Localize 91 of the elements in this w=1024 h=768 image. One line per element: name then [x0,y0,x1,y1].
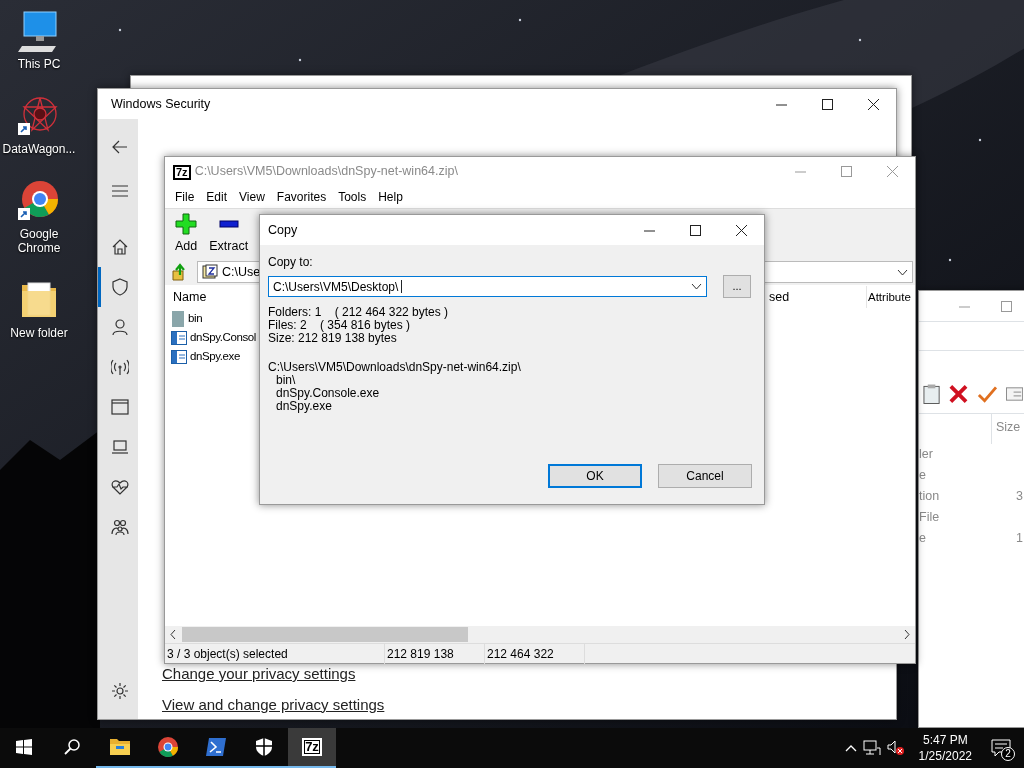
wireless-icon [110,358,129,376]
table-cell-text: e [919,467,926,485]
file-row[interactable]: dnSpy.Consol [171,328,256,347]
icon-label: New folder [9,326,69,340]
exe-icon [171,349,187,364]
menu-item[interactable]: View [233,188,271,206]
destination-combobox[interactable]: C:\Users\VM5\Desktop\ [268,276,707,297]
menu-item[interactable]: File [169,188,201,206]
column-header[interactable]: sed [767,286,867,308]
clipboard-icon[interactable] [923,383,941,405]
status-text: 3 / 3 object(s) selected [165,643,385,664]
source-item: bin\ [276,374,296,387]
home-icon [110,238,129,256]
window-title: C:\Users\VM5\Downloads\dnSpy-net-win64.zip\ [193,163,459,181]
table-cell-text: e [919,530,926,548]
dialog-button[interactable]: Cancel [658,464,752,488]
clock-time[interactable]: 5:47 PM [918,732,972,748]
column-header: Size [995,419,1021,436]
privacy-link[interactable]: Change your privacy settings [162,663,356,686]
close-icon [886,166,898,177]
windows-logo-icon [16,739,32,755]
file-row[interactable]: bin [171,309,203,328]
terminal-icon [205,737,227,757]
summary-text: Folders: 1 ( 212 464 322 bytes ) [268,306,450,319]
field-label: Copy to: [268,254,314,271]
maximize-icon [840,166,852,177]
maximize-icon [1000,300,1012,312]
column-header[interactable]: Name [165,286,207,308]
maximize-icon [689,224,701,236]
source-item: dnSpy.Console.exe [275,387,381,400]
table-cell-text: tion [919,488,940,506]
plus-icon [175,213,198,235]
dialog-button[interactable]: OK [548,464,642,488]
delete-icon[interactable] [948,383,969,405]
browse-button[interactable]: ... [723,275,751,298]
chevron-up-icon[interactable] [844,744,857,752]
shield-icon [255,737,273,757]
source-path: C:\Users\VM5\Downloads\dnSpy-net-win64.zip\ [268,361,522,374]
text-cursor [401,280,403,293]
source-item: dnSpy.exe [275,400,332,413]
column-header[interactable]: Attribute [867,286,915,308]
laptop-icon [110,438,129,456]
dropdown-icon [897,268,908,276]
menu-icon [110,182,129,200]
menu-item[interactable]: Edit [200,188,234,206]
summary-text: Size: 212 819 138 bytes [268,332,397,345]
notifications-button[interactable]: 2 [986,733,1016,763]
extract-button[interactable]: Extract [205,213,253,259]
file-row[interactable]: dnSpy.exe [171,347,240,366]
back-icon [110,138,129,156]
dialog-title: Copy [267,221,299,239]
clock-date[interactable]: 1/25/2022 [918,748,972,764]
app-logo: 7z [173,164,191,180]
heart-icon [110,478,129,496]
close-icon [735,224,747,236]
settings-icon [110,682,129,700]
message-icon [991,739,1011,757]
summary-text: Files: 2 ( 354 816 bytes ) [268,319,412,332]
icon-label: Google Chrome [16,227,62,255]
shield-icon [110,278,129,296]
status-text: 212 819 138 [385,643,485,664]
dropdown-icon [691,283,702,290]
browser-icon [110,398,129,416]
archive-icon [202,264,218,280]
archiver-taskbar-button[interactable]: 7z [288,728,336,768]
close-icon [867,98,879,110]
table-cell-text: ler [919,446,933,464]
table-cell-text: 3 [1016,488,1024,506]
icon-label: This PC [16,57,62,71]
person-icon [110,318,129,336]
search-icon [64,739,80,755]
browser-icon [157,736,179,758]
properties-icon[interactable] [1005,387,1023,401]
privacy-link[interactable]: View and change privacy settings [162,693,385,716]
family-icon [110,518,129,536]
table-cell-text: File [919,509,940,527]
menu-item[interactable]: Tools [332,188,373,206]
add-button[interactable]: Add [171,213,202,259]
muted-speaker-icon[interactable] [886,740,905,756]
scrollbar-thumb[interactable] [182,627,468,642]
window-title: Windows Security [110,95,212,113]
folder-icon [171,309,185,328]
table-cell-text: 1 [1016,530,1024,548]
menu-item[interactable]: Help [372,188,409,206]
status-text: 212 464 322 [485,643,585,664]
network-icon[interactable] [862,740,881,756]
folder-icon [109,738,131,756]
maximize-icon [821,98,833,110]
exe-icon [171,330,187,345]
menu-item[interactable]: Favorites [270,188,333,206]
icon-label: DataWagon... [2,142,76,156]
